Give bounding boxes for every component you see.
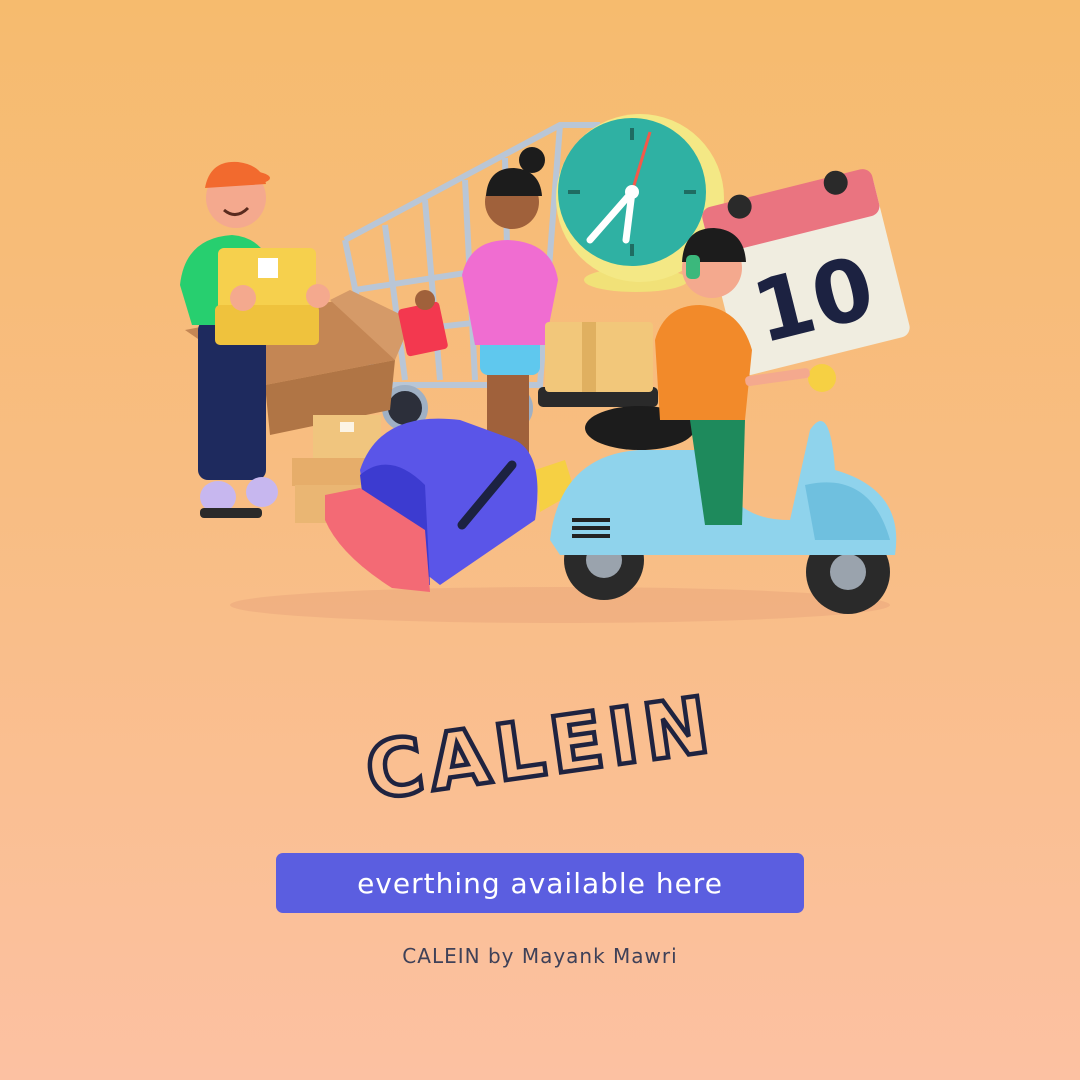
delivery-illustration: 10 [180, 114, 910, 623]
cta-button[interactable]: everthing available here [276, 853, 804, 913]
cta-button-label: everthing available here [357, 866, 723, 900]
brand-title: CALEIN [358, 678, 723, 820]
credit-text: CALEIN by Mayank Mawri [402, 944, 678, 968]
brand-title-text: CALEIN [361, 680, 721, 818]
